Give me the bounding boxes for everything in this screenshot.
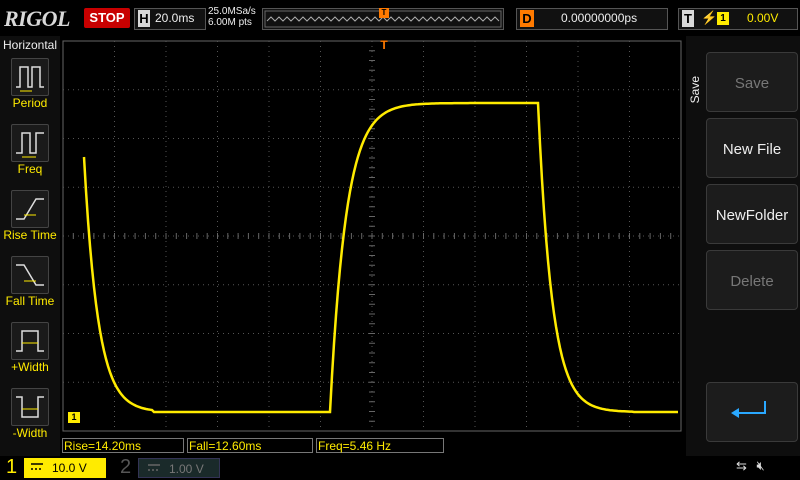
positive-width-icon: [11, 322, 49, 360]
trigger-box[interactable]: T ⚡ 1 0.00V: [678, 8, 798, 30]
ch1-scale-box[interactable]: 10.0 V: [24, 458, 106, 478]
rising-edge-icon: ⚡: [701, 10, 718, 25]
menu-item-fall-time[interactable]: Fall Time: [0, 252, 60, 314]
delay-label: D: [520, 10, 534, 27]
rigol-logo: RIGOL: [4, 6, 70, 31]
button-label: Delete: [730, 273, 774, 290]
menu-item-label: Rise Time: [3, 228, 57, 242]
channel-bar: 1 10.0 V 2 1.00 V ⇆ 🔇︎: [0, 456, 800, 480]
save-menu-tab: Save: [688, 76, 702, 104]
menu-item-label: +Width: [11, 360, 49, 374]
ch2-scale: 1.00 V: [169, 462, 204, 476]
save-button[interactable]: Save: [706, 52, 798, 112]
dc-coupling-icon: [31, 463, 43, 470]
horizontal-label: H: [138, 10, 150, 27]
menu-item-label: Freq: [17, 162, 43, 176]
fall-time-icon: [11, 256, 49, 294]
new-file-button[interactable]: New File: [706, 118, 798, 178]
ch2-number[interactable]: 2: [120, 456, 131, 479]
save-menu: Save Save New File NewFolder Delete: [686, 36, 800, 456]
frequency-icon: [11, 124, 49, 162]
horizontal-measure-menu: Horizontal Period Freq Rise Time Fall Ti…: [0, 36, 60, 456]
memory-depth: 6.00M pts: [208, 17, 252, 28]
menu-item-freq[interactable]: Freq: [0, 120, 60, 182]
run-stop-button[interactable]: STOP: [84, 8, 130, 28]
waveform-display[interactable]: [62, 40, 682, 432]
menu-item-label: -Width: [12, 426, 48, 440]
graticule: [62, 40, 682, 432]
acquisition-info: 25.0MSa/s 6.00M pts: [208, 6, 256, 28]
sample-rate: 25.0MSa/s: [208, 6, 256, 17]
memory-overview[interactable]: T: [262, 8, 504, 30]
negative-width-icon: [11, 388, 49, 426]
delay-box[interactable]: D 0.00000000ps: [516, 8, 668, 30]
ch2-scale-box[interactable]: 1.00 V: [138, 458, 220, 478]
trigger-source: 1: [717, 12, 729, 25]
trigger-label: T: [682, 10, 694, 27]
rise-time-measurement: Rise=14.20ms: [62, 438, 184, 453]
new-folder-button[interactable]: NewFolder: [706, 184, 798, 244]
menu-item-label: Fall Time: [5, 294, 55, 308]
ch1-ground-marker[interactable]: 1: [68, 412, 80, 423]
menu-item-negative-width[interactable]: -Width: [0, 384, 60, 446]
button-label: Save: [734, 75, 770, 92]
return-arrow-icon: [731, 401, 766, 418]
trigger-time-marker[interactable]: T: [378, 38, 390, 54]
rise-time-icon: [11, 190, 49, 228]
menu-item-rise-time[interactable]: Rise Time: [0, 186, 60, 248]
trigger-position-marker: T: [379, 8, 389, 18]
frequency-measurement: Freq=5.46 Hz: [316, 438, 444, 453]
timebase-box[interactable]: H 20.0ms: [134, 8, 206, 30]
button-label: New File: [722, 141, 782, 158]
usb-icon: ⇆: [736, 458, 747, 473]
timebase-value: 20.0ms: [155, 11, 195, 25]
menu-item-period[interactable]: Period: [0, 54, 60, 116]
ch1-number[interactable]: 1: [6, 456, 17, 479]
delete-button[interactable]: Delete: [706, 250, 798, 310]
top-status-bar: RIGOL STOP H 20.0ms 25.0MSa/s 6.00M pts …: [0, 0, 800, 36]
dc-coupling-icon: [148, 464, 160, 471]
menu-title: Horizontal: [2, 38, 58, 52]
delay-value: 0.00000000ps: [561, 11, 638, 25]
trigger-level: 0.00V: [747, 11, 779, 25]
fall-time-measurement: Fall=12.60ms: [187, 438, 313, 453]
menu-item-positive-width[interactable]: +Width: [0, 318, 60, 380]
ch1-trace: [82, 101, 678, 414]
button-label: NewFolder: [715, 207, 789, 224]
menu-item-label: Period: [12, 96, 48, 110]
speaker-mute-icon[interactable]: 🔇︎: [757, 458, 765, 473]
period-icon: [11, 58, 49, 96]
ch1-scale: 10.0 V: [52, 461, 87, 475]
back-button[interactable]: [706, 382, 798, 442]
status-icons: ⇆ 🔇︎: [736, 458, 765, 474]
